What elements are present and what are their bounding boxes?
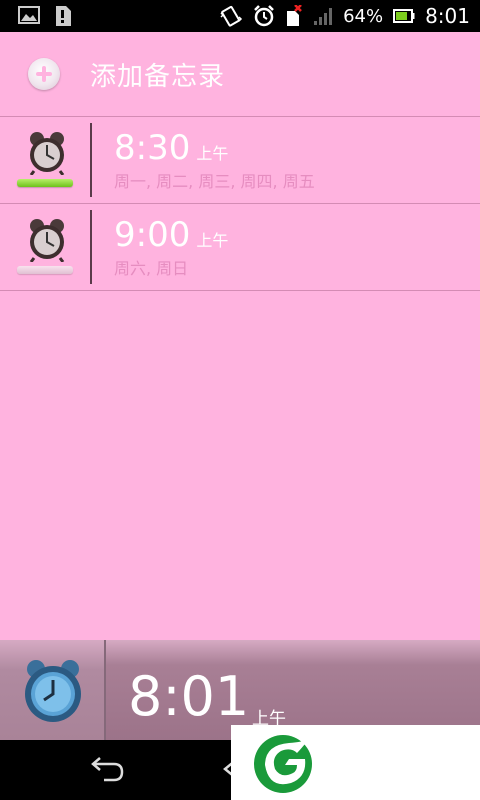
no-sim-icon <box>287 5 302 26</box>
current-time: 8:01 <box>128 665 250 728</box>
status-bar: 64% 8:01 <box>0 0 480 32</box>
add-memo-button[interactable]: 添加备忘录 <box>0 32 480 117</box>
memo-list: 添加备忘录 8:30 上午 周一, 周二, 周三, 周四, 周五 9:00 上午… <box>0 32 480 640</box>
alarm-days: 周一, 周二, 周三, 周四, 周五 <box>114 171 315 191</box>
battery-percent: 64% <box>343 5 384 27</box>
alarm-enabled-toggle[interactable] <box>17 179 73 187</box>
clock-icon <box>25 660 81 722</box>
logo-overlay <box>231 725 480 800</box>
back-icon[interactable] <box>90 756 126 782</box>
alarm-enabled-toggle[interactable] <box>17 266 73 274</box>
alarm-clock-icon <box>29 219 65 262</box>
vibrate-icon <box>220 5 243 27</box>
sim-icon <box>56 6 71 26</box>
gallery-icon <box>18 6 40 24</box>
signal-icon <box>314 8 333 25</box>
alarm-time: 9:00 <box>114 214 191 255</box>
alarm-item[interactable]: 8:30 上午 周一, 周二, 周三, 周四, 周五 <box>0 117 480 204</box>
add-memo-label: 添加备忘录 <box>90 61 226 92</box>
status-time: 8:01 <box>425 4 470 28</box>
alarm-item[interactable]: 9:00 上午 周六, 周日 <box>0 204 480 291</box>
alarm-ampm: 上午 <box>196 230 229 250</box>
alarm-clock-icon <box>29 132 65 175</box>
alarm-days: 周六, 周日 <box>114 258 189 278</box>
battery-icon <box>393 9 415 23</box>
plus-circle-icon <box>28 58 60 90</box>
alarm-time: 8:30 <box>114 127 191 168</box>
leaf-logo-icon <box>254 735 312 793</box>
alarm-icon <box>254 5 274 27</box>
alarm-ampm: 上午 <box>196 143 229 163</box>
